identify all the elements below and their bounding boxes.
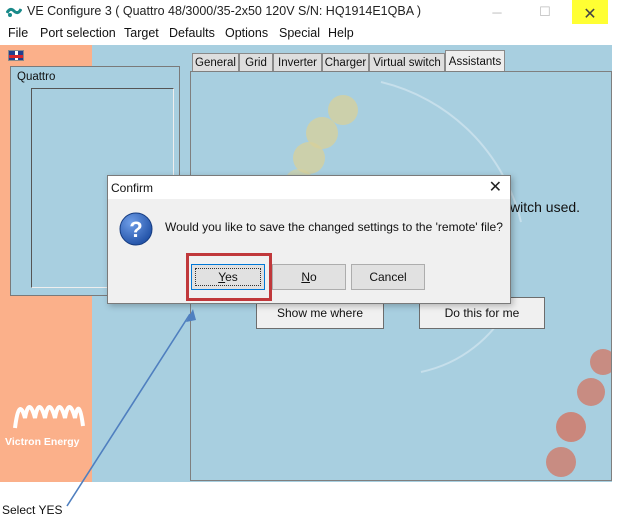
- victron-logo-text: Victron Energy: [5, 436, 80, 448]
- confirm-dialog: Confirm ✕ ? Would you like to save the c…: [107, 175, 511, 304]
- dialog-title: Confirm: [111, 181, 154, 195]
- panel-partial-text: witch used.: [510, 199, 581, 215]
- menu-help[interactable]: Help: [328, 26, 354, 40]
- minimize-icon[interactable]: ─: [478, 0, 516, 24]
- annotation-caption: Select YES: [2, 503, 63, 517]
- menu-bar: File Port selection Target Defaults Opti…: [0, 24, 624, 44]
- uk-flag-icon[interactable]: [8, 50, 24, 61]
- menu-special[interactable]: Special: [279, 26, 320, 40]
- no-button-label: No: [301, 270, 317, 284]
- tab-assistants[interactable]: Assistants: [445, 50, 505, 72]
- tab-virtual-switch[interactable]: Virtual switch: [369, 53, 445, 72]
- menu-file[interactable]: File: [8, 26, 28, 40]
- tab-grid[interactable]: Grid: [239, 53, 273, 72]
- screenshot: VE Configure 3 ( Quattro 48/3000/35-2x50…: [0, 0, 624, 518]
- app-icon: [6, 7, 22, 17]
- cancel-button[interactable]: Cancel: [351, 264, 425, 290]
- dialog-close-icon[interactable]: ✕: [489, 177, 502, 197]
- menu-target[interactable]: Target: [124, 26, 159, 40]
- tab-general[interactable]: General: [192, 53, 239, 72]
- device-label: Quattro: [17, 71, 56, 83]
- svg-text:?: ?: [129, 217, 142, 242]
- yes-highlight-box: [186, 253, 272, 301]
- menu-options[interactable]: Options: [225, 26, 268, 40]
- tab-charger[interactable]: Charger: [322, 53, 369, 72]
- window-title: VE Configure 3 ( Quattro 48/3000/35-2x50…: [27, 4, 421, 18]
- question-icon: ?: [119, 212, 153, 246]
- title-bar: VE Configure 3 ( Quattro 48/3000/35-2x50…: [0, 0, 624, 28]
- maximize-icon[interactable]: ☐: [526, 0, 564, 24]
- menu-port-selection[interactable]: Port selection: [40, 26, 116, 40]
- dialog-message: Would you like to save the changed setti…: [165, 220, 503, 234]
- no-button[interactable]: No: [272, 264, 346, 290]
- dialog-title-bar: Confirm ✕: [108, 176, 510, 199]
- tab-inverter[interactable]: Inverter: [273, 53, 322, 72]
- menu-defaults[interactable]: Defaults: [169, 26, 215, 40]
